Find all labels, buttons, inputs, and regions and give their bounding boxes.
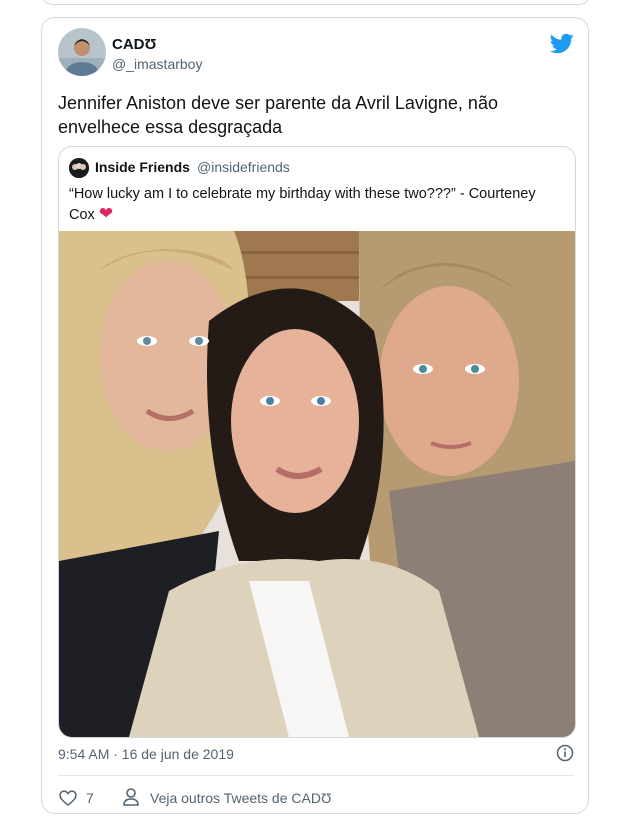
quoted-author-handle[interactable]: @insidefriends	[197, 159, 290, 175]
quoted-author-avatar[interactable]	[69, 158, 89, 178]
like-count[interactable]: 7	[86, 790, 94, 806]
tweet-text: Jennifer Aniston deve ser parente da Avr…	[58, 93, 498, 137]
tweet-timestamp[interactable]: 9:54 AM · 16 de jun de 2019	[58, 746, 234, 762]
info-icon[interactable]	[556, 744, 574, 762]
quoted-author-name[interactable]: Inside Friends	[95, 159, 190, 175]
author-name[interactable]: CADƱ	[112, 36, 157, 53]
person-icon[interactable]	[122, 787, 140, 807]
divider	[58, 775, 574, 776]
quoted-tweet[interactable]: Inside Friends @insidefriends “How lucky…	[58, 146, 576, 738]
quoted-tweet-text: “How lucky am I to celebrate my birthday…	[69, 184, 565, 225]
twitter-bird-icon[interactable]	[550, 31, 574, 55]
quoted-text-body: “How lucky am I to celebrate my birthday…	[69, 186, 536, 223]
author-handle[interactable]: @_imastarboy	[112, 56, 202, 72]
tweet-photo[interactable]	[59, 231, 575, 737]
author-avatar[interactable]	[58, 28, 106, 76]
more-tweets-link[interactable]: Veja outros Tweets de CADƱ	[150, 790, 331, 806]
heart-emoji: ❤	[98, 204, 114, 223]
previous-card-edge	[41, 0, 591, 5]
heart-outline-icon[interactable]	[58, 788, 78, 808]
tweet-card[interactable]: CADƱ @_imastarboy Jennifer Aniston deve …	[41, 17, 589, 814]
